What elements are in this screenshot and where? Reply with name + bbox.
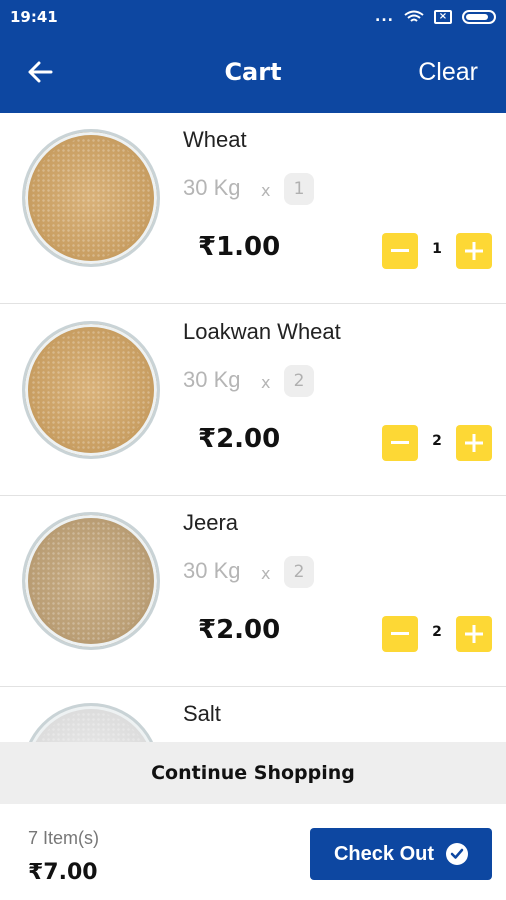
cart-item: Wheat 30 Kg x 1 ₹1.00 1: [0, 113, 506, 304]
status-time: 19:41: [10, 8, 58, 26]
plus-icon: [465, 242, 483, 260]
product-price: ₹1.00: [198, 232, 281, 262]
quantity-value: 2: [432, 624, 442, 640]
wifi-icon: [404, 10, 424, 22]
product-unit: 30 Kg: [183, 558, 241, 583]
product-image: [22, 512, 160, 650]
cart-item: Jeera 30 Kg x 2 ₹2.00 2: [0, 496, 506, 687]
plus-icon: [465, 625, 483, 643]
quantity-value: 2: [432, 433, 442, 449]
minus-icon: [391, 249, 409, 252]
item-count: 7 Item(s): [28, 828, 100, 848]
product-price: ₹2.00: [198, 615, 281, 645]
product-name: Wheat: [183, 127, 247, 152]
times-sign: x: [261, 564, 271, 583]
plus-icon: [465, 434, 483, 452]
checkout-label: Check Out: [333, 842, 435, 865]
clear-cart-button[interactable]: Clear: [418, 58, 478, 87]
quantity-value: 1: [432, 241, 442, 257]
app-bar: Cart Clear: [0, 34, 506, 113]
product-name: Salt: [183, 701, 221, 726]
increase-quantity-button[interactable]: [456, 425, 492, 461]
cart-item: Loakwan Wheat 30 Kg x 2 ₹2.00 2: [0, 305, 506, 496]
product-name: Loakwan Wheat: [183, 319, 341, 344]
minus-icon: [391, 632, 409, 635]
increase-quantity-button[interactable]: [456, 616, 492, 652]
status-bar: 19:41 ... ×: [0, 0, 506, 34]
product-image: [22, 129, 160, 267]
product-unit: 30 Kg: [183, 175, 241, 200]
product-image: [22, 321, 160, 459]
sim-x-icon: ×: [434, 10, 452, 24]
decrease-quantity-button[interactable]: [382, 425, 418, 461]
quantity-badge: 1: [284, 173, 314, 205]
product-unit: 30 Kg: [183, 367, 241, 392]
check-circle-icon: [446, 843, 469, 865]
product-price: ₹2.00: [198, 424, 281, 454]
decrease-quantity-button[interactable]: [382, 616, 418, 652]
status-icons: ... ×: [375, 9, 496, 25]
cart-total: ₹7.00: [28, 860, 98, 885]
decrease-quantity-button[interactable]: [382, 233, 418, 269]
increase-quantity-button[interactable]: [456, 233, 492, 269]
times-sign: x: [261, 373, 271, 392]
quantity-badge: 2: [284, 365, 314, 397]
signal-dots-icon: ...: [375, 9, 394, 25]
cart-item: Salt: [0, 687, 506, 747]
times-sign: x: [261, 181, 271, 200]
minus-icon: [391, 441, 409, 444]
product-image: [22, 703, 160, 747]
continue-shopping-button[interactable]: Continue Shopping: [0, 742, 506, 804]
product-name: Jeera: [183, 510, 239, 535]
quantity-badge: 2: [284, 556, 314, 588]
checkout-button[interactable]: Check Out: [310, 828, 492, 880]
battery-icon: [462, 10, 496, 24]
cart-footer: 7 Item(s) ₹7.00 Check Out: [0, 804, 506, 900]
